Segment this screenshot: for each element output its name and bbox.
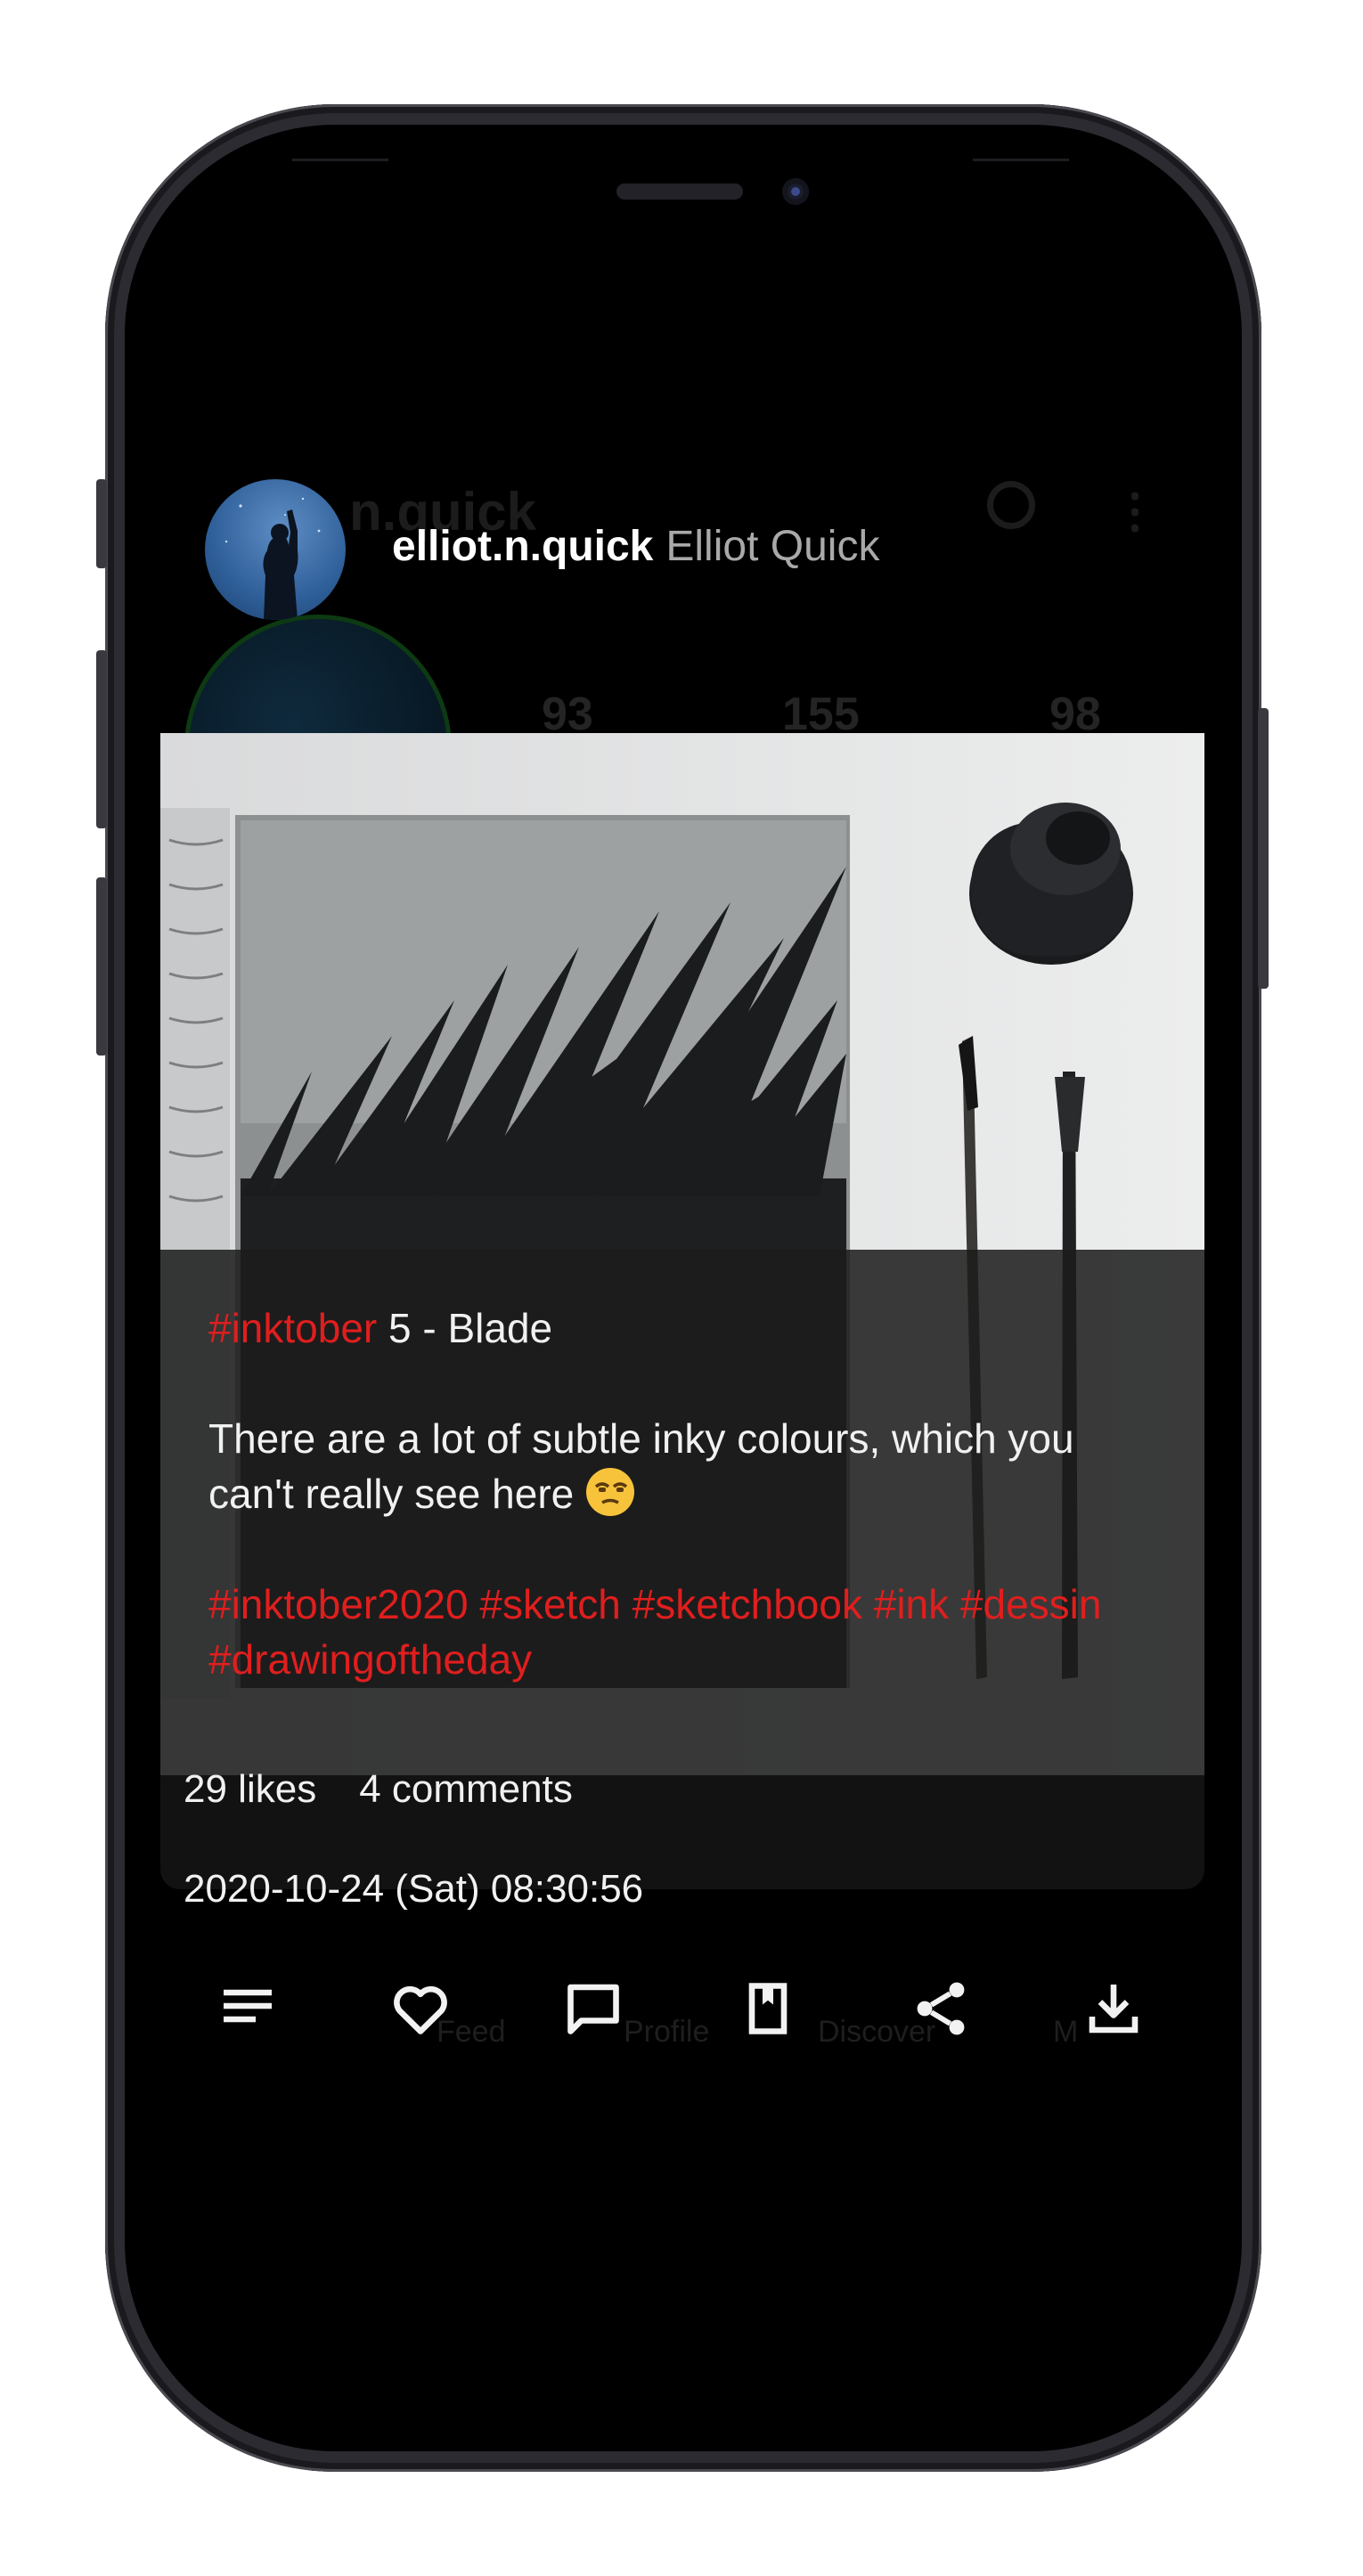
menu-lines-icon [224, 1989, 272, 2023]
caption-tags-line: #inktober2020 #sketch #sketchbook #ink #… [208, 1577, 1171, 1687]
post-action-bar [160, 1969, 1204, 2049]
comments-count[interactable]: 4 comments [359, 1767, 573, 1811]
unamused-face-icon [586, 1468, 635, 1516]
hashtag-link[interactable]: #drawingoftheday [208, 1636, 532, 1683]
heart-icon [394, 1985, 447, 2034]
like-button[interactable] [378, 1969, 463, 2049]
username[interactable]: elliot.n.quick [392, 523, 653, 570]
user-name-row[interactable]: elliot.n.quick Elliot Quick [392, 522, 879, 571]
caption-body-line: There are a lot of subtle inky colours, … [208, 1411, 1171, 1521]
comment-button[interactable] [551, 1969, 636, 2049]
caption-title-line: #inktober 5 - Blade [208, 1300, 1171, 1356]
share-icon [917, 1982, 965, 2035]
likes-count[interactable]: 29 likes [184, 1767, 316, 1811]
details-button[interactable] [205, 1969, 290, 2049]
full-name: Elliot Quick [665, 523, 880, 570]
hashtag-link[interactable]: #sketchbook [633, 1581, 862, 1627]
earpiece-speaker [616, 183, 743, 200]
user-avatar[interactable] [205, 479, 346, 620]
comment-icon [567, 1984, 619, 2034]
hashtag-link[interactable]: #inktober [208, 1305, 377, 1351]
post-timestamp: 2020-10-24 (Sat) 08:30:56 [184, 1867, 644, 1911]
download-icon [1089, 1985, 1139, 2034]
post-stats: 29 likes 4 comments [184, 1767, 616, 1812]
antenna-line-left [292, 159, 388, 161]
hashtag-link[interactable]: #dessin [960, 1581, 1102, 1627]
caption-body-text: There are a lot of subtle inky colours, … [208, 1415, 1074, 1517]
download-button[interactable] [1071, 1969, 1156, 2049]
hashtag-link[interactable]: #inktober2020 [208, 1581, 469, 1627]
hashtag-link[interactable]: #sketch [479, 1581, 621, 1627]
background-search-icon [987, 481, 1035, 529]
post-caption: #inktober 5 - Blade There are a lot of s… [208, 1300, 1171, 1687]
bookmark-button[interactable] [725, 1969, 811, 2049]
bookmark-icon [748, 1983, 788, 2034]
antenna-line-right [973, 159, 1069, 161]
background-more-icon [1131, 488, 1139, 536]
front-camera [782, 178, 809, 205]
hashtag-link[interactable]: #ink [874, 1581, 949, 1627]
share-button[interactable] [898, 1969, 983, 2049]
caption-title-text: 5 - Blade [377, 1305, 553, 1351]
